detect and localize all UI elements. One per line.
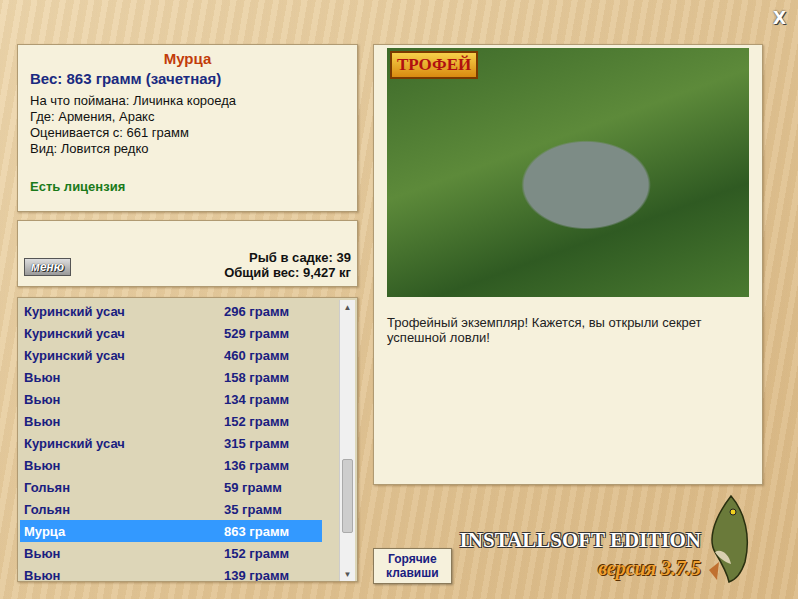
header: X: [0, 0, 798, 44]
catch-row[interactable]: Гольян35 грамм: [20, 498, 322, 520]
keepnet-panel: меню Рыб в садке: 39Общий вес: 9,427 кг: [17, 220, 358, 287]
scrollbar[interactable]: ▲▼: [339, 300, 355, 581]
row-weight: 59 грамм: [224, 480, 282, 495]
row-name: Вьюн: [24, 392, 224, 407]
catch-row[interactable]: Куринский усач296 грамм: [20, 300, 322, 322]
catch-row[interactable]: Куринский усач315 грамм: [20, 432, 322, 454]
row-name: Вьюн: [24, 370, 224, 385]
scroll-thumb[interactable]: [342, 459, 353, 533]
fish-info-panel: Мурца Вес: 863 грамм (зачетная) На что пой…: [17, 44, 358, 212]
row-name: Вьюн: [24, 458, 224, 473]
row-weight: 529 грамм: [224, 326, 289, 341]
footer: Горячие клавиши INSTALLSOFT EDITION версия…: [373, 485, 763, 599]
row-weight: 863 грамм: [224, 524, 289, 539]
pike-icon: [701, 492, 763, 584]
catch-row[interactable]: Вьюн158 грамм: [20, 366, 322, 388]
scroll-up-icon[interactable]: ▲: [340, 300, 355, 314]
row-name: Вьюн: [24, 568, 224, 582]
row-name: Вьюн: [24, 546, 224, 561]
row-name: Куринский усач: [24, 304, 224, 319]
catch-row[interactable]: Вьюн152 грамм: [20, 542, 322, 564]
fish-weight: Вес: 863 грамм (зачетная): [30, 70, 345, 87]
catch-row[interactable]: Гольян59 грамм: [20, 476, 322, 498]
fish-detail: Вид: Ловится редко: [30, 141, 345, 157]
row-name: Куринский усач: [24, 348, 224, 363]
row-weight: 158 грамм: [224, 370, 289, 385]
catch-row[interactable]: Мурца863 грамм: [20, 520, 322, 542]
scroll-down-icon[interactable]: ▼: [340, 567, 355, 581]
catch-row[interactable]: Вьюн152 грамм: [20, 410, 322, 432]
total-weight: Общий вес: 9,427 кг: [224, 265, 351, 280]
catch-rows: Куринский усач296 граммКуринский усач529…: [20, 300, 322, 581]
row-weight: 152 грамм: [224, 546, 289, 561]
fish-name: Мурца: [30, 50, 345, 67]
fish-detail: Оценивается с: 661 грамм: [30, 125, 345, 141]
logo-text: INSTALLSOFT EDITION версия 3.7.5: [460, 528, 701, 580]
content: Мурца Вес: 863 грамм (зачетная) На что пой…: [0, 44, 798, 599]
logo-title: INSTALLSOFT EDITION: [460, 528, 701, 553]
keepnet-stats: Рыб в садке: 39Общий вес: 9,427 кг: [224, 250, 351, 280]
row-weight: 315 грамм: [224, 436, 289, 451]
row-weight: 35 грамм: [224, 502, 282, 517]
menu-button[interactable]: меню: [24, 258, 71, 276]
close-button[interactable]: X: [769, 8, 790, 28]
fish-detail: На что поймана: Личинка короеда: [30, 93, 345, 109]
right-column: ТРОФЕЙ Трофейный экземпляр! Кажется, вы о…: [373, 44, 763, 599]
row-name: Куринский усач: [24, 326, 224, 341]
catch-list: Куринский усач296 граммКуринский усач529…: [17, 297, 358, 582]
fish-info-window: X Мурца Вес: 863 грамм (зачетная) На что по…: [0, 0, 798, 599]
row-weight: 152 грамм: [224, 414, 289, 429]
row-weight: 460 грамм: [224, 348, 289, 363]
fish-photo: ТРОФЕЙ: [387, 48, 749, 297]
photo-panel: ТРОФЕЙ Трофейный экземпляр! Кажется, вы о…: [373, 44, 763, 485]
fish-detail: Где: Армения, Аракс: [30, 109, 345, 125]
row-weight: 139 грамм: [224, 568, 289, 582]
row-name: Мурца: [24, 524, 224, 539]
row-name: Вьюн: [24, 414, 224, 429]
fish-count: Рыб в садке: 39: [224, 250, 351, 265]
logo: INSTALLSOFT EDITION версия 3.7.5: [460, 492, 763, 584]
scroll-track[interactable]: [340, 314, 355, 567]
row-weight: 296 грамм: [224, 304, 289, 319]
catch-row[interactable]: Куринский усач529 грамм: [20, 322, 322, 344]
row-name: Куринский усач: [24, 436, 224, 451]
catch-row[interactable]: Вьюн139 грамм: [20, 564, 322, 581]
hotkeys-button[interactable]: Горячие клавиши: [373, 548, 452, 584]
left-column: Мурца Вес: 863 грамм (зачетная) На что пой…: [17, 44, 358, 599]
row-name: Гольян: [24, 480, 224, 495]
row-weight: 134 грамм: [224, 392, 289, 407]
catch-row[interactable]: Куринский усач460 грамм: [20, 344, 322, 366]
row-name: Гольян: [24, 502, 224, 517]
row-weight: 136 грамм: [224, 458, 289, 473]
license-status: Есть лицензия: [30, 179, 345, 206]
catch-row[interactable]: Вьюн136 грамм: [20, 454, 322, 476]
logo-version: версия 3.7.5: [598, 557, 701, 580]
trophy-badge: ТРОФЕЙ: [390, 51, 478, 79]
catch-row[interactable]: Вьюн134 грамм: [20, 388, 322, 410]
photo-caption: Трофейный экземпляр! Кажется, вы открыли…: [387, 315, 749, 345]
